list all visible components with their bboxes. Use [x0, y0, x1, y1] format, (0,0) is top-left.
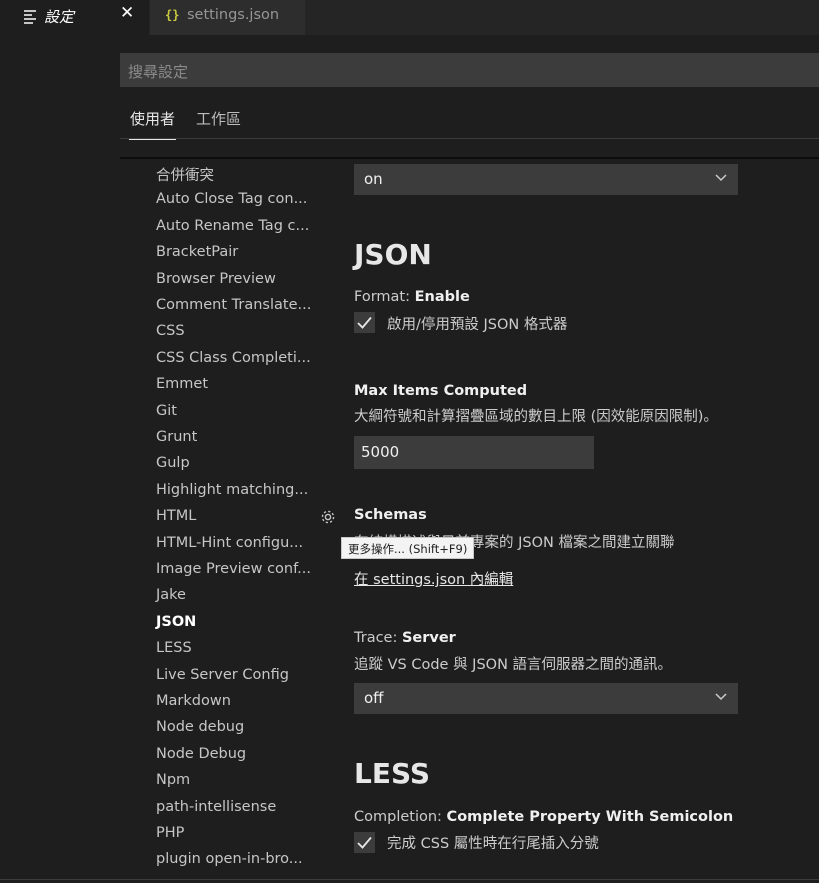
- toc-item[interactable]: HTML: [156, 508, 306, 524]
- toc-item[interactable]: Npm: [156, 772, 306, 788]
- input-value: 5000: [361, 443, 400, 461]
- setting-category: Trace:: [354, 630, 402, 646]
- tab-workspace[interactable]: 工作區: [196, 108, 241, 129]
- editor-tab-bar: 設定 ✕ {} settings.json: [0, 0, 819, 35]
- toc-item[interactable]: 合併衝突: [156, 164, 306, 185]
- setting-category: Completion:: [354, 809, 447, 825]
- setting-name: Max Items Computed: [354, 383, 528, 399]
- toc-item[interactable]: Comment Translate...: [156, 297, 311, 313]
- top-setting-select[interactable]: on: [354, 164, 738, 195]
- more-actions-tooltip: 更多操作... (Shift+F9): [341, 537, 475, 559]
- tab-settings-label: 設定: [44, 8, 75, 26]
- toc-item[interactable]: Jake: [156, 587, 306, 603]
- tab-settings[interactable]: 設定 ✕: [0, 0, 149, 35]
- toc-item[interactable]: CSS Class Completi...: [156, 350, 311, 366]
- search-input[interactable]: 搜尋設定: [120, 53, 819, 87]
- toc-item[interactable]: Auto Close Tag con...: [156, 191, 307, 207]
- toc-item[interactable]: Emmet: [156, 376, 306, 392]
- toc-item[interactable]: LESS: [156, 640, 306, 656]
- setting-title-completion: Completion: Complete Property With Semic…: [354, 809, 733, 825]
- select-value: off: [364, 689, 384, 707]
- setting-name: Schemas: [354, 507, 427, 523]
- trace-server-select[interactable]: off: [354, 683, 738, 714]
- toc-item[interactable]: Highlight matching...: [156, 482, 308, 498]
- setting-title-trace-server: Trace: Server: [354, 630, 456, 646]
- setting-description: 大綱符號和計算摺疊區域的數目上限 (因效能原因限制)。: [354, 409, 718, 425]
- select-value: on: [364, 170, 383, 188]
- section-header-less: LESS: [354, 757, 431, 790]
- setting-description: 追蹤 VS Code 與 JSON 語言伺服器之間的通訊。: [354, 657, 673, 673]
- gear-icon[interactable]: [319, 508, 337, 526]
- setting-name: Enable: [414, 289, 470, 305]
- toc-item[interactable]: Auto Rename Tag c...: [156, 218, 309, 234]
- toc-item[interactable]: Gulp: [156, 455, 306, 471]
- scope-tabs: 使用者 工作區: [120, 100, 819, 140]
- settings-editor-icon: [24, 10, 36, 24]
- format-enable-checkbox[interactable]: [354, 312, 375, 333]
- setting-title-format-enable: Format: Enable: [354, 289, 470, 305]
- search-placeholder: 搜尋設定: [128, 63, 189, 81]
- toc-item[interactable]: Grunt: [156, 429, 306, 445]
- setting-name: Server: [401, 630, 456, 646]
- scroll-shadow: [120, 157, 819, 159]
- checkmark-icon: [357, 316, 372, 329]
- toc-item[interactable]: Git: [156, 403, 306, 419]
- chevron-down-icon: [715, 174, 727, 182]
- format-enable-checkbox-label: 啟用/停用預設 JSON 格式器: [387, 317, 568, 333]
- section-header-json: JSON: [354, 238, 432, 271]
- chevron-down-icon: [715, 693, 727, 701]
- json-braces-icon: {}: [165, 8, 180, 22]
- tab-user[interactable]: 使用者: [128, 108, 177, 140]
- toc-item[interactable]: Node Debug: [156, 746, 306, 762]
- completion-semicolon-checkbox[interactable]: [354, 832, 375, 853]
- close-icon[interactable]: ✕: [120, 3, 134, 23]
- toc-item[interactable]: PHP: [156, 825, 306, 841]
- toc-item[interactable]: path-intellisense: [156, 799, 306, 815]
- tab-settings-json-label: settings.json: [187, 7, 280, 23]
- setting-name: Complete Property With Semicolon: [446, 809, 734, 825]
- toc-item[interactable]: Browser Preview: [156, 271, 306, 287]
- bottom-border: [0, 879, 819, 880]
- toc-item[interactable]: Live Server Config: [156, 667, 306, 683]
- toc-item[interactable]: HTML-Hint configu...: [156, 535, 306, 551]
- max-items-input[interactable]: 5000: [354, 436, 594, 469]
- toc-item[interactable]: Node debug: [156, 719, 306, 735]
- tab-settings-json[interactable]: {} settings.json: [149, 0, 305, 35]
- toc-item[interactable]: plugin open-in-bro...: [156, 851, 306, 867]
- setting-title-schemas: Schemas: [354, 507, 427, 523]
- setting-title-max-items: Max Items Computed: [354, 383, 527, 399]
- toc-item[interactable]: Markdown: [156, 693, 306, 709]
- completion-semicolon-checkbox-label: 完成 CSS 屬性時在行尾插入分號: [387, 836, 599, 852]
- toc-item-active[interactable]: JSON: [156, 614, 306, 630]
- toc-item[interactable]: BracketPair: [156, 244, 306, 260]
- checkmark-icon: [357, 836, 372, 849]
- edit-in-settings-json-link[interactable]: 在 settings.json 內編輯: [354, 568, 513, 589]
- toc-item[interactable]: CSS: [156, 323, 306, 339]
- toc-item[interactable]: Image Preview conf...: [156, 561, 311, 577]
- setting-category: Format:: [354, 289, 415, 305]
